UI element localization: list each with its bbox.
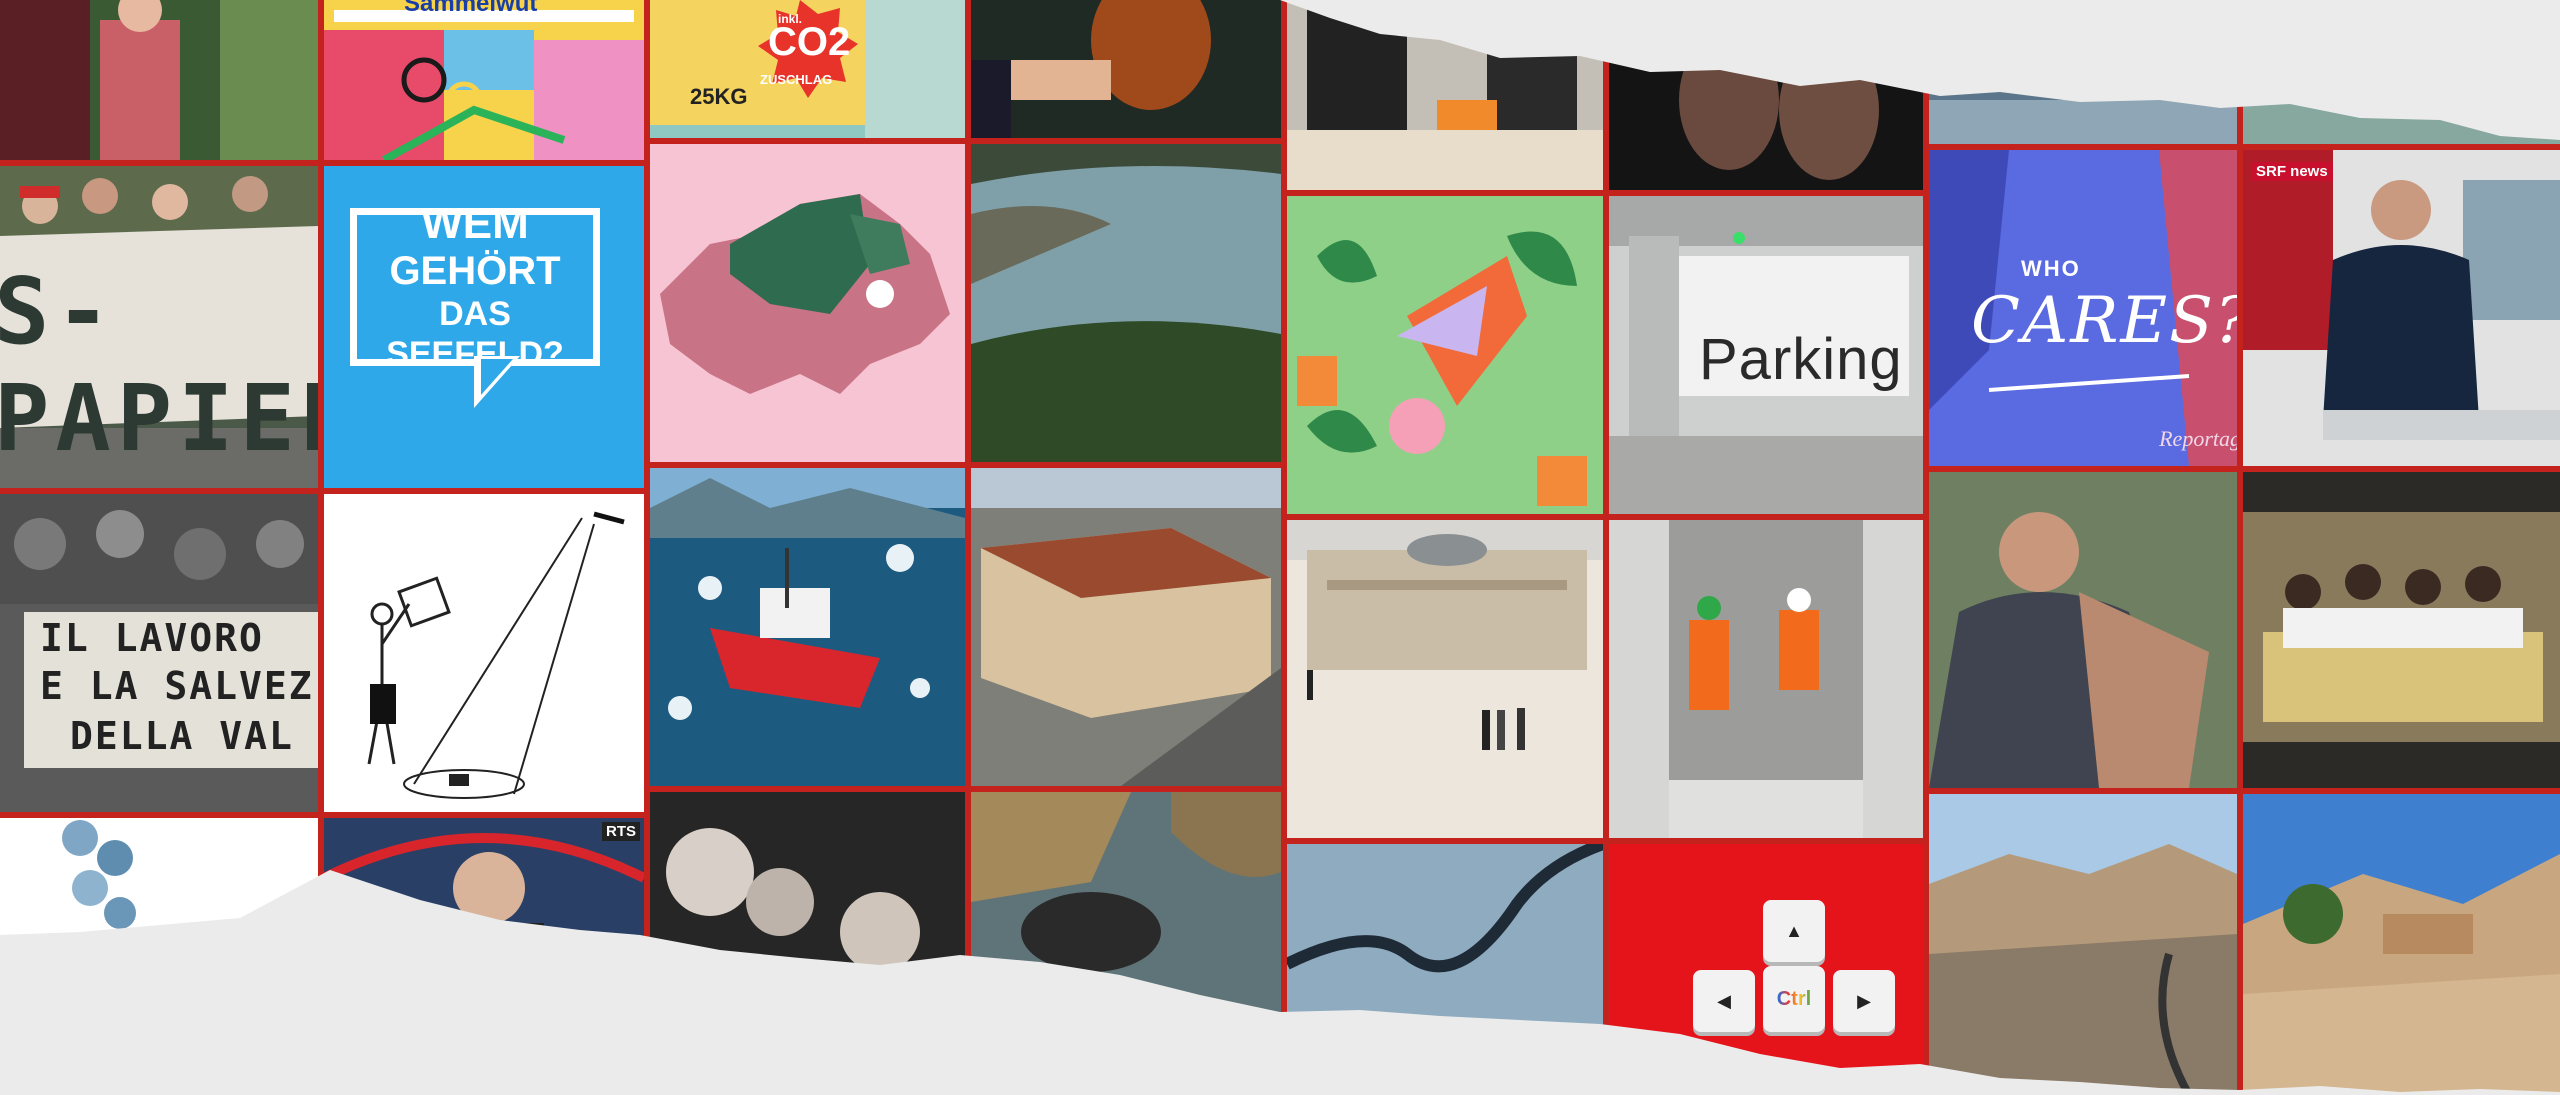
rts-logo-badge: RTS — [602, 822, 640, 841]
tile-dollar-helix[interactable] — [0, 818, 318, 1095]
photo-srf-anchor — [2243, 150, 2560, 466]
photo-ruins — [2243, 794, 2560, 1095]
lavoro-line2: E LA SALVEZ — [40, 664, 314, 708]
tile-team-table[interactable] — [2243, 472, 2560, 788]
photo-mining — [1929, 794, 2237, 1095]
arrow-right-icon: ▶ — [1857, 990, 1871, 1011]
illustration-garden — [1287, 196, 1603, 514]
tile-sammelwut[interactable]: Sammelwut — [324, 0, 644, 160]
reportage-label: Reportag — [2159, 426, 2237, 451]
photo-fish — [1929, 0, 2237, 144]
illustration-sammelwut — [324, 0, 644, 160]
tile-rts-news[interactable]: RTS — [324, 818, 644, 1095]
tile-selfie[interactable] — [650, 792, 965, 1095]
speech-bubble: WEM GEHÖRT DAS SEEFELD? — [350, 200, 600, 373]
tile-parking[interactable]: Parking — [1609, 196, 1923, 514]
photo-wrestlers — [1929, 472, 2237, 788]
co2-zuschlag: ZUSCHLAG — [760, 72, 833, 87]
who-label: WHO — [2021, 256, 2081, 281]
parking-sign-text: Parking — [1699, 327, 1903, 392]
tile-teal-top[interactable] — [2243, 0, 2560, 144]
tile-swiss-map[interactable] — [650, 144, 965, 462]
tile-opera-square[interactable] — [1287, 520, 1603, 838]
photo-opera — [1287, 520, 1603, 838]
tile-aerial-building[interactable] — [971, 468, 1281, 786]
cares-label: CARES? — [1971, 284, 2237, 358]
tile-co2-bag[interactable]: inkl. CO2 ZUSCHLAG 25KG — [650, 0, 965, 138]
tile-garden-illustration[interactable] — [1287, 196, 1603, 514]
photo-aerial — [971, 468, 1281, 786]
co2-label: CO2 — [768, 20, 851, 64]
key-ctrl[interactable]: Ctrl — [1763, 966, 1825, 1032]
arrow-left-icon: ◀ — [1717, 990, 1731, 1011]
ctrl-label: Ctrl — [1776, 987, 1812, 1010]
co2-weight: 25KG — [690, 84, 748, 109]
tile-hands-dark[interactable] — [1609, 0, 1923, 190]
photo-rocks — [971, 792, 1281, 1095]
photo-violin — [971, 0, 1281, 138]
photo-rts-anchor — [324, 818, 644, 1095]
tile-spotlight-illustration[interactable] — [324, 494, 644, 812]
gehoert-word: GEHÖRT — [389, 248, 561, 293]
tile-lake[interactable] — [971, 144, 1281, 462]
photo-ship-ice — [650, 468, 965, 786]
illustration-spotlight — [324, 494, 644, 812]
tile-family[interactable] — [0, 0, 318, 160]
tile-mining-landscape[interactable] — [1929, 794, 2237, 1095]
arrow-up-icon: ▲ — [1785, 920, 1803, 941]
tile-ruins-desert[interactable] — [2243, 794, 2560, 1095]
key-left[interactable]: ◀ — [1693, 970, 1755, 1032]
key-right[interactable]: ▶ — [1833, 970, 1895, 1032]
photo-teal — [2243, 0, 2560, 144]
tile-fish[interactable] — [1929, 0, 2237, 144]
tile-lavoro-bw[interactable]: IL LAVORO E LA SALVEZ DELLA VAL — [0, 494, 318, 812]
illustration-dollar — [0, 818, 318, 1095]
photo-lake — [971, 144, 1281, 462]
photo-snow-road — [1287, 844, 1603, 1095]
lavoro-line1: IL LAVORO — [40, 616, 264, 660]
tile-rocks-water[interactable] — [971, 792, 1281, 1095]
sammelwut-title: Sammelwut — [404, 0, 538, 17]
photo-hands — [1609, 0, 1923, 190]
lavoro-line3: DELLA VAL — [70, 714, 294, 758]
tile-ctrl-keys[interactable]: ▲ ◀ Ctrl ▶ — [1609, 844, 1923, 1095]
tile-workers-stairs[interactable] — [1609, 520, 1923, 838]
photo-workers — [1609, 520, 1923, 838]
map-switzerland — [650, 144, 965, 462]
tile-snow-road[interactable] — [1287, 844, 1603, 1095]
tile-protest-banner[interactable]: S-PAPIER — [0, 166, 318, 488]
tile-ship-ice[interactable] — [650, 468, 965, 786]
tile-who-cares[interactable]: WHO CARES? Reportag — [1929, 150, 2237, 466]
tile-wrestlers[interactable] — [1929, 472, 2237, 788]
tile-srf-news[interactable]: SRF news — [2243, 150, 2560, 466]
photo-team — [2243, 472, 2560, 788]
protest-banner-text: S-PAPIER — [0, 258, 318, 472]
photo-press — [1287, 0, 1603, 190]
tile-violin[interactable] — [971, 0, 1281, 138]
tile-wem-gehoert[interactable]: WEM GEHÖRT DAS SEEFELD? — [324, 166, 644, 488]
wem-word: WEM — [421, 198, 529, 248]
srf-logo-badge: SRF news — [2251, 162, 2333, 181]
photo-selfie — [650, 792, 965, 1095]
key-up[interactable]: ▲ — [1763, 900, 1825, 962]
tile-press-conference[interactable] — [1287, 0, 1603, 190]
photo-family — [0, 0, 318, 160]
image-mosaic: S-PAPIER IL LAVORO E LA SALVEZ DELLA VAL — [0, 0, 2560, 1095]
